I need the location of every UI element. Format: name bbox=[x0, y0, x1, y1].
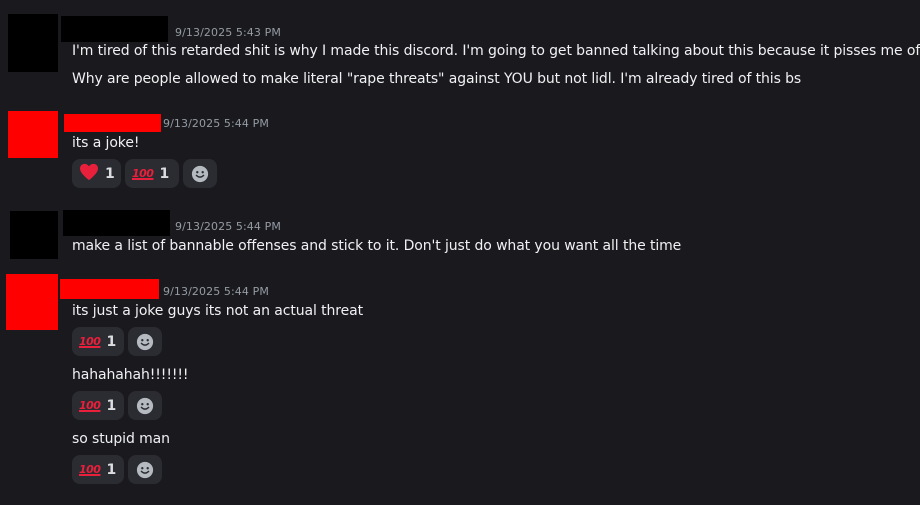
reaction-count: 1 bbox=[159, 165, 170, 182]
message-text: hahahahah!!!!!!! bbox=[72, 367, 189, 383]
reaction-count: 1 bbox=[106, 397, 117, 414]
smiley-icon bbox=[136, 333, 154, 350]
heart-icon bbox=[79, 163, 99, 185]
message-text: make a list of bannable offenses and sti… bbox=[72, 238, 682, 254]
reaction-hundred[interactable]: 100 1 bbox=[125, 159, 179, 188]
message-text: Why are people allowed to make literal "… bbox=[72, 71, 802, 87]
hundred-points-icon: 100 bbox=[79, 335, 101, 348]
smiley-icon bbox=[136, 397, 154, 414]
reaction-count: 1 bbox=[106, 333, 117, 350]
message-timestamp: 9/13/2025 5:44 PM bbox=[163, 117, 269, 130]
add-reaction-button[interactable] bbox=[128, 391, 162, 420]
author-name-redacted[interactable] bbox=[63, 210, 170, 236]
avatar[interactable] bbox=[8, 14, 58, 72]
reaction-hundred[interactable]: 100 1 bbox=[72, 455, 124, 484]
author-name-redacted[interactable] bbox=[60, 279, 159, 299]
chat-messages: 9/13/2025 5:43 PM I'm tired of this reta… bbox=[0, 0, 920, 505]
reaction-hundred[interactable]: 100 1 bbox=[72, 327, 124, 356]
reaction-hundred[interactable]: 100 1 bbox=[72, 391, 124, 420]
reaction-bar: 1 100 1 bbox=[72, 159, 217, 188]
add-reaction-button[interactable] bbox=[128, 327, 162, 356]
reaction-count: 1 bbox=[105, 165, 115, 182]
reaction-heart[interactable]: 1 bbox=[72, 159, 121, 188]
avatar[interactable] bbox=[10, 211, 58, 259]
add-reaction-button[interactable] bbox=[183, 159, 217, 188]
smiley-icon bbox=[191, 165, 209, 182]
smiley-icon bbox=[136, 461, 154, 478]
author-name-redacted[interactable] bbox=[64, 114, 161, 132]
message-timestamp: 9/13/2025 5:43 PM bbox=[175, 26, 281, 39]
reaction-count: 1 bbox=[106, 461, 117, 478]
reaction-bar: 100 1 bbox=[72, 455, 162, 484]
avatar[interactable] bbox=[8, 111, 58, 158]
hundred-points-icon: 100 bbox=[79, 463, 101, 476]
add-reaction-button[interactable] bbox=[128, 455, 162, 484]
message-text: I'm tired of this retarded shit is why I… bbox=[72, 43, 920, 59]
message-text: so stupid man bbox=[72, 431, 170, 447]
author-name-redacted[interactable] bbox=[61, 16, 168, 42]
message-timestamp: 9/13/2025 5:44 PM bbox=[175, 220, 281, 233]
message-timestamp: 9/13/2025 5:44 PM bbox=[163, 285, 269, 298]
avatar[interactable] bbox=[6, 274, 58, 330]
message-text: its just a joke guys its not an actual t… bbox=[72, 303, 364, 319]
message-text: its a joke! bbox=[72, 135, 140, 151]
hundred-points-icon: 100 bbox=[132, 167, 154, 180]
reaction-bar: 100 1 bbox=[72, 391, 162, 420]
reaction-bar: 100 1 bbox=[72, 327, 162, 356]
hundred-points-icon: 100 bbox=[79, 399, 101, 412]
